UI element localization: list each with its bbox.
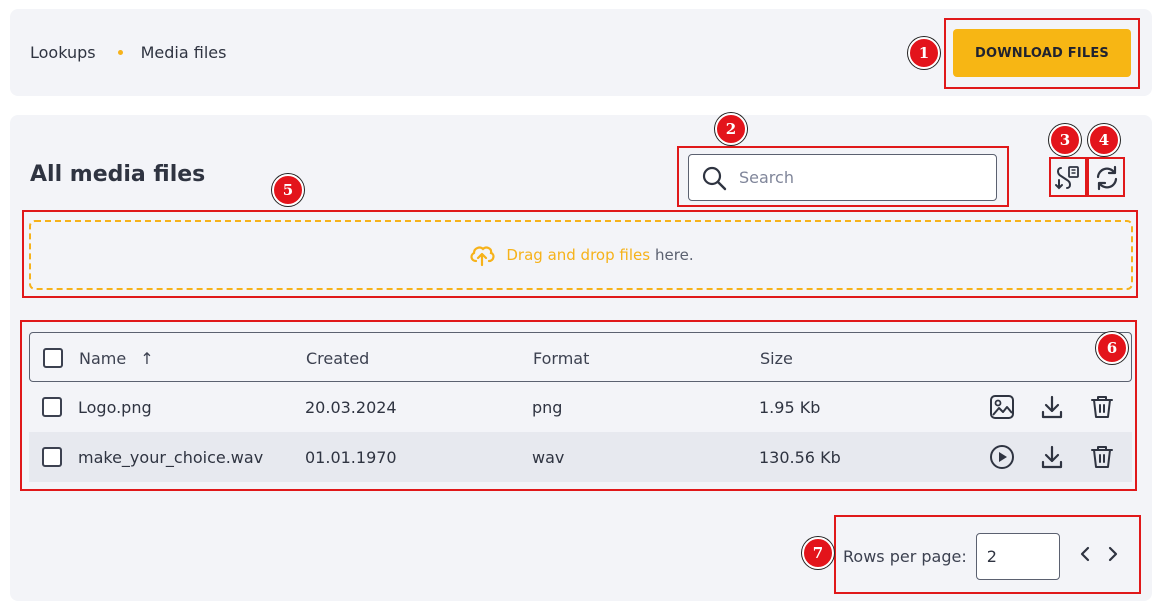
file-size: 1.95 Kb <box>759 397 821 417</box>
column-header-format[interactable]: Format <box>533 333 589 383</box>
column-header-size[interactable]: Size <box>760 333 793 383</box>
cloud-upload-icon <box>470 246 495 267</box>
file-created: 01.01.1970 <box>305 447 397 467</box>
table-row: Logo.png 20.03.2024 png 1.95 Kb <box>29 382 1132 432</box>
file-format: wav <box>532 447 565 467</box>
row-checkbox[interactable] <box>42 397 62 417</box>
annotation-badge: 4 <box>1088 124 1120 156</box>
dropzone-text: here. <box>655 246 694 264</box>
download-icon[interactable] <box>1039 444 1065 470</box>
image-icon[interactable] <box>989 394 1015 420</box>
download-files-button[interactable]: DOWNLOAD FILES <box>953 29 1131 77</box>
breadcrumb-item-lookups[interactable]: Lookups <box>30 43 96 62</box>
trash-icon[interactable] <box>1089 444 1115 470</box>
annotation-badge: 3 <box>1049 124 1081 156</box>
prev-page-icon[interactable] <box>1078 546 1092 566</box>
file-format: png <box>532 397 563 417</box>
page-title: All media files <box>30 162 206 187</box>
annotation-badge: 7 <box>802 537 834 569</box>
refresh-button[interactable] <box>1090 161 1124 195</box>
row-checkbox[interactable] <box>42 447 62 467</box>
annotation-badge: 6 <box>1096 332 1128 364</box>
row-actions <box>989 432 1115 482</box>
file-size: 130.56 Kb <box>759 447 841 467</box>
column-header-created[interactable]: Created <box>306 333 369 383</box>
file-created: 20.03.2024 <box>305 397 397 417</box>
column-label-name: Name <box>79 348 127 368</box>
rows-per-page-label: Rows per page: <box>843 546 967 566</box>
column-header-name[interactable]: Name ↑ <box>79 333 154 383</box>
breadcrumb-separator-dot <box>117 50 123 55</box>
rows-per-page-input[interactable]: 2 <box>975 532 1060 580</box>
import-export-button[interactable] <box>1050 161 1084 195</box>
breadcrumb: Lookups Media files <box>30 9 226 96</box>
play-icon[interactable] <box>989 444 1015 470</box>
file-name: Logo.png <box>78 397 152 417</box>
table-header: Name ↑ Created Format Size <box>29 332 1132 382</box>
breadcrumb-bar: Lookups Media files DOWNLOAD FILES <box>10 9 1152 96</box>
file-transfer-icon <box>1055 166 1079 190</box>
annotation-badge: 5 <box>272 174 304 206</box>
dropzone-highlight-text: Drag and drop files <box>506 246 651 264</box>
select-all-checkbox[interactable] <box>43 348 63 368</box>
breadcrumb-item-media-files: Media files <box>140 43 227 62</box>
search-box[interactable] <box>688 154 997 201</box>
table-row: make_your_choice.wav 01.01.1970 wav 130.… <box>29 432 1132 482</box>
file-name: make_your_choice.wav <box>78 447 264 467</box>
annotation-badge: 1 <box>908 37 940 69</box>
media-files-panel: All media files Drag and drop files he <box>10 115 1152 601</box>
search-input[interactable] <box>739 168 969 187</box>
annotation-badge: 2 <box>715 113 747 145</box>
sort-asc-icon: ↑ <box>140 348 154 368</box>
search-icon <box>702 166 727 190</box>
download-icon[interactable] <box>1039 394 1065 420</box>
pagination: Rows per page: 2 <box>843 531 1120 581</box>
row-actions <box>989 382 1115 432</box>
trash-icon[interactable] <box>1089 394 1115 420</box>
next-page-icon[interactable] <box>1106 546 1120 566</box>
refresh-icon <box>1096 165 1118 191</box>
file-dropzone[interactable]: Drag and drop files here. <box>29 220 1133 290</box>
